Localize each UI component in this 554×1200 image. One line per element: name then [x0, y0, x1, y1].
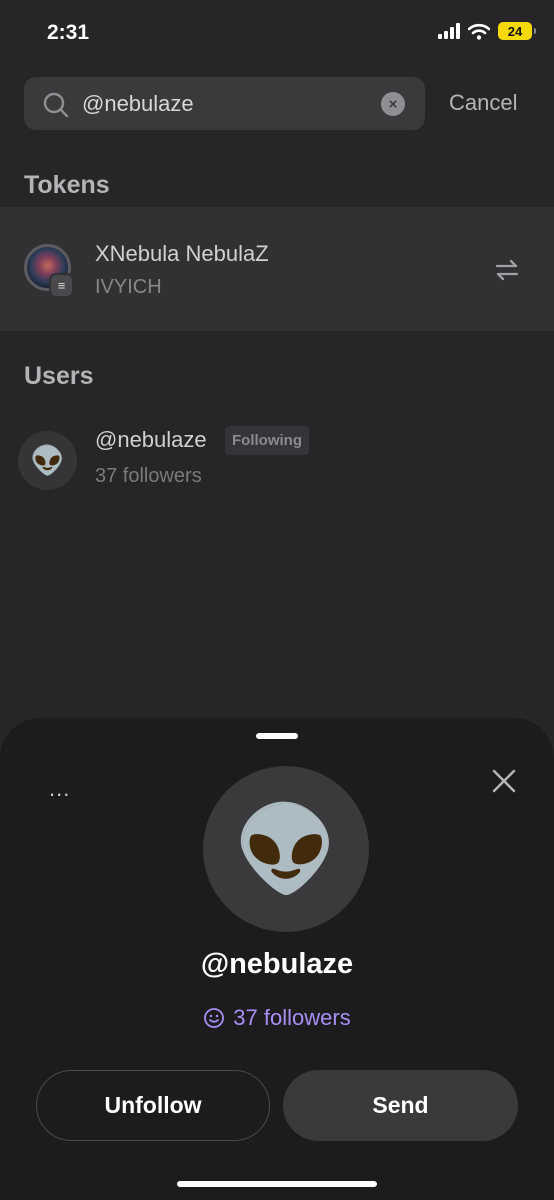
- chain-badge-icon: ≡: [49, 273, 74, 298]
- home-indicator: [177, 1181, 377, 1187]
- wifi-icon: [468, 23, 490, 40]
- search-bar[interactable]: ×: [24, 77, 425, 130]
- tokens-heading: Tokens: [24, 171, 110, 199]
- token-name: XNebula NebulaZ: [95, 241, 269, 266]
- cancel-button[interactable]: Cancel: [449, 90, 517, 116]
- token-symbol: IVYICH: [95, 276, 162, 298]
- user-followers: 37 followers: [95, 465, 202, 487]
- signal-icon: [438, 23, 460, 39]
- unfollow-button[interactable]: Unfollow: [36, 1070, 270, 1141]
- search-icon: [43, 92, 69, 118]
- profile-followers-label: 37 followers: [233, 1005, 351, 1030]
- search-input[interactable]: [82, 87, 382, 121]
- close-icon[interactable]: [491, 768, 517, 794]
- profile-handle: @nebulaze: [200, 948, 354, 980]
- alien-avatar: 👽: [18, 431, 77, 490]
- smiley-icon: [204, 1008, 225, 1028]
- status-bar: 2:31 24: [0, 0, 554, 66]
- status-icons: 24: [438, 22, 536, 40]
- swap-arrows-icon[interactable]: [492, 255, 522, 285]
- profile-followers[interactable]: 37 followers: [0, 1005, 554, 1031]
- status-time: 2:31: [47, 21, 90, 44]
- clear-search-icon[interactable]: ×: [381, 92, 405, 116]
- user-handle: @nebulaze: [95, 427, 207, 452]
- users-heading: Users: [24, 362, 94, 390]
- more-options-icon[interactable]: ...: [49, 776, 70, 802]
- profile-sheet: ... 👽 @nebulaze 37 followers Unfollow Se…: [0, 718, 554, 1200]
- battery-icon: 24: [498, 22, 536, 40]
- profile-avatar: 👽: [203, 766, 369, 932]
- following-badge: Following: [225, 426, 309, 455]
- send-button[interactable]: Send: [283, 1070, 518, 1141]
- token-row[interactable]: ≡ XNebula NebulaZ IVYICH: [0, 207, 554, 331]
- sheet-grabber[interactable]: [256, 733, 298, 739]
